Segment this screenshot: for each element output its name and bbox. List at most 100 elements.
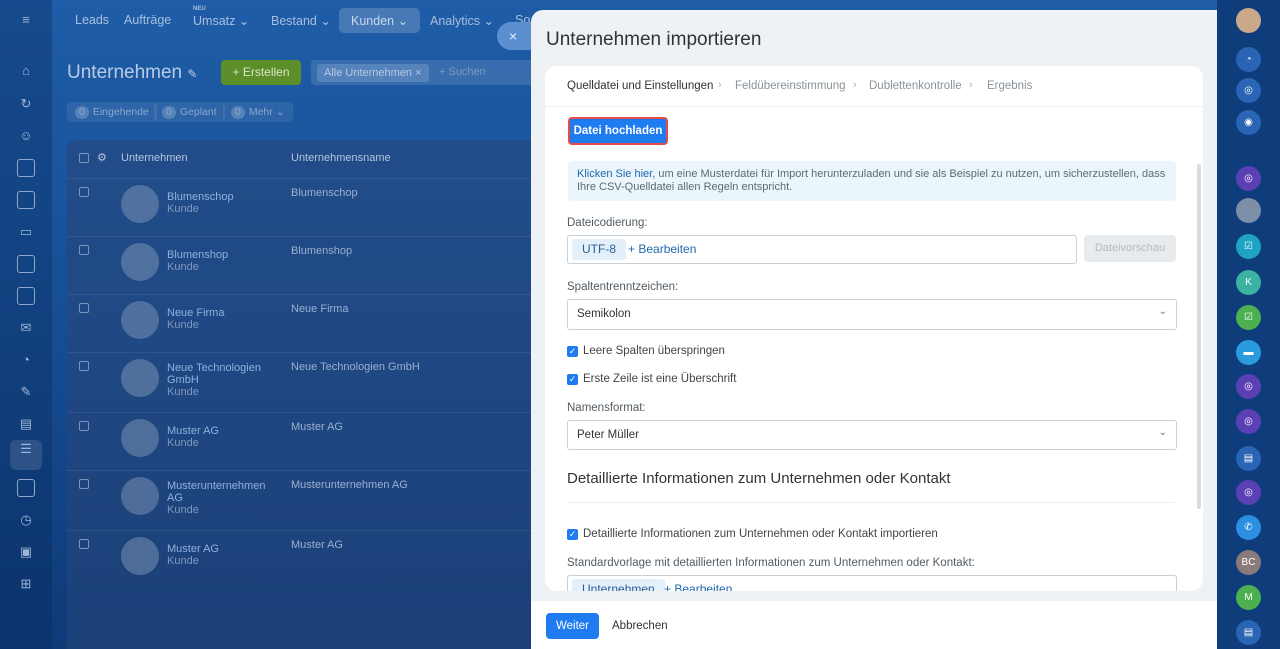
table-row[interactable]: Musterunternehmen AG Kunde Musterunterneh… [67, 470, 547, 530]
table-row[interactable]: Muster AG Kunde Muster AG [67, 412, 547, 470]
settings-gear-icon[interactable]: ⚙ [97, 151, 107, 164]
separator-select[interactable]: Semikolon ⌄ [567, 299, 1177, 330]
nav-bestand[interactable]: Bestand ⌄ [271, 13, 331, 28]
sample-file-link[interactable]: Klicken Sie hier [577, 168, 652, 180]
company-name-cell: Muster AG [291, 539, 343, 551]
nav-new-badge: NEU [193, 6, 206, 12]
counter-incoming[interactable]: 0 Eingehende [67, 102, 157, 122]
column-header-company-name[interactable]: Unternehmensname [291, 152, 391, 164]
step-field-mapping[interactable]: Feldübereinstimmung [735, 80, 846, 92]
copilot-icon[interactable]: ◎ [1236, 409, 1261, 434]
company-link[interactable]: Neue Technologien GmbH Kunde [167, 362, 267, 398]
spiral-icon[interactable]: ◎ [1236, 78, 1261, 103]
panel-title: Unternehmen importieren [546, 29, 762, 50]
counter-badge: 0 [75, 106, 89, 119]
filter-search-bar[interactable]: Alle Unternehmen × + Suchen [311, 60, 541, 85]
encoding-edit-link[interactable]: + Bearbeiten [628, 242, 696, 256]
sync-icon[interactable]: ↻ [17, 95, 35, 113]
pencil-icon[interactable]: ✎ [187, 67, 197, 81]
contact-avatar[interactable] [1236, 198, 1261, 223]
counter-planned[interactable]: 0 Geplant [154, 102, 225, 122]
step-source-file[interactable]: Quelldatei und Einstellungen [567, 80, 713, 92]
filter-chip[interactable]: Alle Unternehmen × [317, 64, 429, 82]
company-type: Kunde [167, 261, 199, 273]
table-row[interactable]: Blumenshop Kunde Blumenshop [67, 236, 547, 294]
contact-card-icon[interactable]: ▤ [1236, 446, 1261, 471]
company-link[interactable]: Muster AG Kunde [167, 425, 267, 449]
mail-icon[interactable]: ✉ [17, 319, 35, 337]
contact-card-icon[interactable]: ▤ [1236, 620, 1261, 645]
counter-more[interactable]: 0 Mehr ⌄ [223, 102, 293, 122]
column-header-company[interactable]: Unternehmen [121, 152, 188, 164]
chat-icon[interactable]: ◔ [17, 351, 35, 369]
company-type: Kunde [167, 437, 199, 449]
crm-filter-icon[interactable]: ☰ [10, 440, 42, 470]
row-checkbox[interactable] [79, 187, 89, 197]
document-icon[interactable] [17, 159, 35, 177]
cancel-button[interactable]: Abbrechen [612, 613, 668, 639]
company-link[interactable]: Neue Firma Kunde [167, 307, 267, 331]
step-duplicate-check[interactable]: Dublettenkontrolle [869, 80, 962, 92]
name-format-select[interactable]: Peter Müller ⌄ [567, 420, 1177, 450]
sign-icon[interactable]: ✎ [17, 383, 35, 401]
skip-empty-columns-label: Leere Spalten überspringen [583, 345, 725, 357]
nav-analytics[interactable]: Analytics ⌄ [430, 13, 494, 28]
search-chat-icon[interactable]: ◉ [1236, 110, 1261, 135]
chat-icon[interactable]: ▬ [1236, 340, 1261, 365]
scrollbar[interactable] [1197, 164, 1201, 509]
copilot-icon[interactable]: ◎ [1236, 480, 1261, 505]
table-row[interactable]: Muster AG Kunde Muster AG [67, 530, 547, 588]
step-result[interactable]: Ergebnis [987, 80, 1032, 92]
upload-file-button[interactable]: Datei hochladen [568, 117, 668, 145]
task-icon[interactable]: ☑ [1236, 234, 1261, 259]
nav-umsatz[interactable]: Umsatz ⌄ [193, 13, 249, 28]
bell-icon[interactable]: ◔ [1236, 47, 1261, 72]
contacts-icon[interactable]: ☺ [17, 127, 35, 145]
task-icon[interactable]: ☑ [1236, 305, 1261, 330]
nav-kunden[interactable]: Kunden ⌄ [339, 8, 421, 33]
contact-initial-bc[interactable]: BC [1236, 550, 1261, 575]
sitemap-icon[interactable]: ⊞ [17, 575, 35, 593]
file-preview-button[interactable]: Dateivorschau [1084, 235, 1176, 262]
phone-icon[interactable]: ✆ [1236, 515, 1261, 540]
menu-icon[interactable]: ≡ [17, 11, 35, 29]
home-icon[interactable]: ⌂ [17, 62, 35, 80]
company-link[interactable]: Blumenschop Kunde [167, 191, 267, 215]
next-button[interactable]: Weiter [546, 613, 599, 639]
car-icon[interactable]: ▭ [17, 223, 35, 241]
user-avatar[interactable] [1236, 8, 1261, 33]
layers-icon[interactable]: ▣ [17, 543, 35, 561]
row-checkbox[interactable] [79, 539, 89, 549]
company-link[interactable]: Blumenshop Kunde [167, 249, 267, 273]
table-row[interactable]: Blumenschop Kunde Blumenschop [67, 178, 547, 236]
template-edit-link[interactable]: + Bearbeiten [664, 582, 732, 591]
template-field[interactable]: Unternehmen + Bearbeiten [567, 575, 1177, 591]
checkbox-icon[interactable] [17, 287, 35, 305]
company-link[interactable]: Musterunternehmen AG Kunde [167, 480, 267, 516]
row-checkbox[interactable] [79, 361, 89, 371]
table-row[interactable]: Neue Technologien GmbH Kunde Neue Technol… [67, 352, 547, 412]
row-checkbox[interactable] [79, 479, 89, 489]
close-icon[interactable]: × [497, 22, 533, 50]
contact-initial-m[interactable]: M [1236, 585, 1261, 610]
clock-icon[interactable]: ◷ [17, 511, 35, 529]
copilot-icon[interactable]: ◎ [1236, 374, 1261, 399]
copilot-icon[interactable]: ◎ [1236, 166, 1261, 191]
create-button[interactable]: + Erstellen [221, 60, 301, 85]
checkmark-icon: ✓ [567, 529, 578, 540]
building-icon[interactable]: ▤ [17, 415, 35, 433]
avatar [121, 301, 159, 339]
table-row[interactable]: Neue Firma Kunde Neue Firma [67, 294, 547, 352]
select-all-checkbox[interactable] [79, 153, 89, 163]
calendar-icon[interactable] [17, 191, 35, 209]
row-checkbox[interactable] [79, 421, 89, 431]
encoding-field[interactable]: UTF-8 + Bearbeiten [567, 235, 1077, 264]
nav-auftraege[interactable]: Aufträge [124, 13, 171, 27]
contact-initial-k[interactable]: K [1236, 270, 1261, 295]
company-link[interactable]: Muster AG Kunde [167, 543, 267, 567]
row-checkbox[interactable] [79, 245, 89, 255]
row-checkbox[interactable] [79, 303, 89, 313]
nav-leads[interactable]: Leads [75, 13, 109, 27]
file-icon[interactable] [17, 479, 35, 497]
chart-board-icon[interactable] [17, 255, 35, 273]
